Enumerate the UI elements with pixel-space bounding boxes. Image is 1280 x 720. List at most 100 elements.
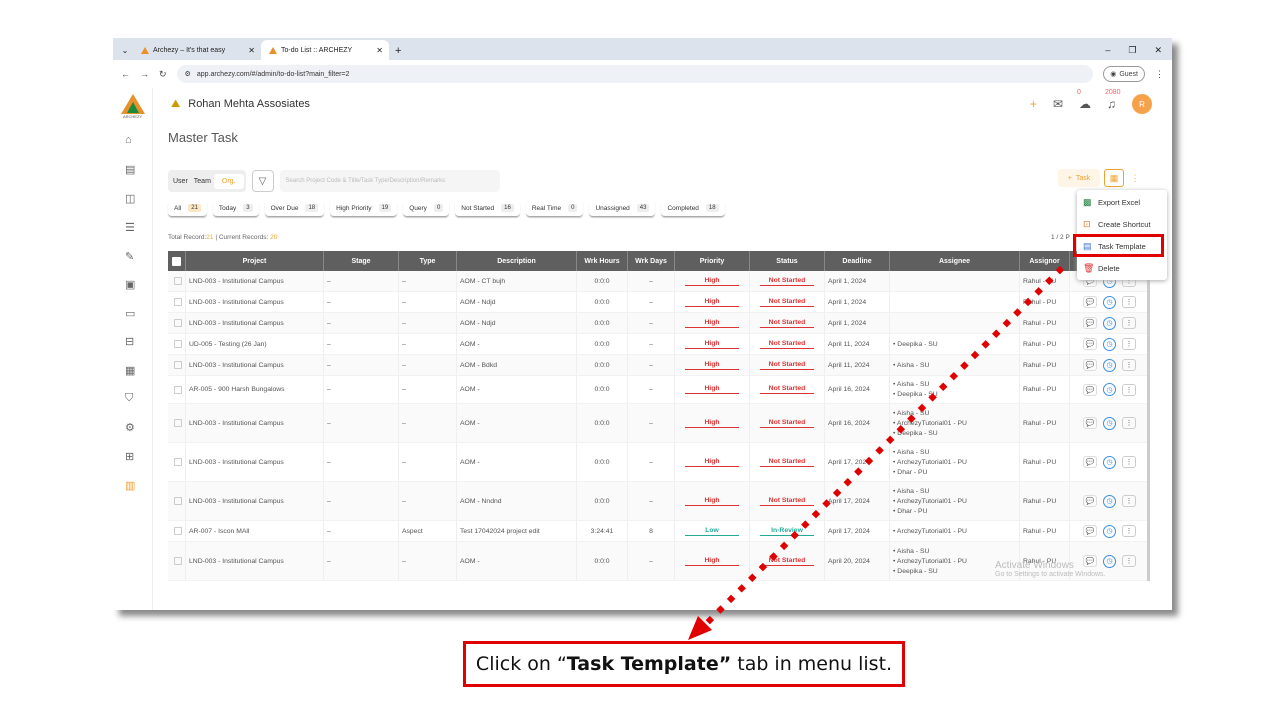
clock-icon[interactable]: ◷ [1103,383,1116,396]
task-check-icon[interactable]: ◫ [125,192,135,205]
filter-icon[interactable]: ▽ [251,170,274,192]
row-more-icon[interactable]: ⋮ [1122,495,1136,507]
clock-icon[interactable]: ◷ [1103,416,1116,430]
pagination[interactable]: 1 / 2 P [1051,234,1070,241]
filter-chip[interactable]: All 21 [168,200,207,217]
row-checkbox[interactable] [168,482,186,520]
briefcase-icon[interactable]: ⊟ [125,335,134,348]
reload-icon[interactable]: ↻ [159,69,167,80]
reports-icon[interactable]: ▥ [125,479,135,492]
menu-item[interactable]: ⊡ Create Shortcut [1077,214,1167,234]
browser-tab-archezy[interactable]: Archezy – It's that easy ✕ [133,40,261,60]
toggle-org[interactable]: Org. [213,173,244,189]
row-checkbox[interactable] [168,313,186,333]
more-menu-icon[interactable]: ⋮ [1128,169,1142,187]
table-row[interactable]: LND-003 - Institutional Campus – – AOM - Nd… [168,292,1150,313]
mail-icon[interactable]: ✉ [1053,97,1063,111]
comment-icon[interactable]: 💬 [1083,456,1097,468]
comment-icon[interactable]: 💬 [1083,317,1097,329]
filter-chip[interactable]: Not Started 16 [455,200,520,217]
row-more-icon[interactable]: ⋮ [1122,456,1136,468]
row-checkbox[interactable] [168,443,186,481]
table-row[interactable]: LND-003 - Institutional Campus – – AOM -0:0… [168,443,1150,482]
row-checkbox[interactable] [168,404,186,442]
site-info-icon[interactable]: ⚙ [185,70,191,78]
address-bar[interactable]: ⚙ app.archezy.com/#/admin/to-do-list?mai… [176,65,1094,83]
clock-icon[interactable]: ◷ [1103,337,1116,351]
chat-icon[interactable]: ☁ 0 [1077,89,1091,111]
shield-icon[interactable]: ⛉ [125,392,133,405]
table-row[interactable]: AR-007 - Iscon MAll – Aspect Test 17042024 … [168,521,1150,542]
row-more-icon[interactable]: ⋮ [1122,296,1136,308]
filter-chip[interactable]: Completed 18 [661,200,725,217]
comment-icon[interactable]: 💬 [1083,417,1097,429]
clock-icon[interactable]: ◷ [1103,455,1116,469]
tab-list-button[interactable]: ⌄ [117,42,133,58]
table-row[interactable]: AR-005 - 900 Harsh Bungalows – – AOM -0:0:0… [168,376,1150,404]
new-tab-icon[interactable]: + [395,45,401,57]
clock-icon[interactable]: ◷ [1103,358,1116,372]
comment-icon[interactable]: 💬 [1083,296,1097,308]
filter-chip[interactable]: Today 3 [212,200,259,217]
close-tab-icon[interactable]: ✕ [248,46,255,55]
table-row[interactable]: LND-003 - Institutional Campus – – AOM - CT… [168,271,1150,292]
document-icon[interactable]: ▣ [125,278,135,291]
row-more-icon[interactable]: ⋮ [1122,525,1136,537]
minimize-icon[interactable]: – [1105,45,1110,56]
folder-icon[interactable]: ▦ [125,364,135,377]
comment-icon[interactable]: 💬 [1083,359,1097,371]
forward-icon[interactable]: → [140,69,149,79]
settings-doc-icon[interactable]: ⚙ [125,421,135,434]
clock-icon[interactable]: ◷ [1103,494,1116,508]
clock-icon[interactable]: ◷ [1103,316,1116,330]
profile-button[interactable]: ◉ Guest [1103,66,1145,82]
list-icon[interactable]: ☰ [125,221,135,234]
filter-chip[interactable]: Real Time 0 [525,200,584,217]
comment-icon[interactable]: 💬 [1083,383,1097,396]
table-row[interactable]: LND-003 - Institutional Campus – – AOM - Nd… [168,313,1150,334]
row-more-icon[interactable]: ⋮ [1122,338,1136,350]
menu-item[interactable]: 🗑 Delete [1077,258,1167,278]
row-checkbox[interactable] [168,542,186,580]
close-tab-icon[interactable]: ✕ [376,46,383,55]
scope-toggle[interactable]: User Team Org. [168,170,246,192]
select-all-checkbox[interactable] [168,251,186,271]
row-more-icon[interactable]: ⋮ [1122,317,1136,329]
comment-icon[interactable]: 💬 [1083,495,1097,507]
browser-menu-icon[interactable]: ⋮ [1155,69,1164,80]
table-view-icon[interactable]: ▦ [1104,169,1124,187]
close-window-icon[interactable]: ✕ [1154,45,1162,56]
clock-icon[interactable]: ◷ [1103,524,1116,538]
row-checkbox[interactable] [168,521,186,541]
table-row[interactable]: LND-003 - Institutional Campus – – AOM - Nn… [168,482,1150,521]
add-task-button[interactable]: + Task [1058,169,1100,187]
add-icon[interactable]: + [1030,97,1037,111]
row-more-icon[interactable]: ⋮ [1122,383,1136,396]
archezy-logo[interactable]: ARCHEZY [120,94,146,120]
home-icon[interactable]: ⌂ [125,134,132,146]
filter-chip[interactable]: Unassigned 43 [589,200,656,217]
browser-tab-todo[interactable]: To-do List :: ARCHEZY ✕ [261,40,389,60]
row-checkbox[interactable] [168,334,186,354]
row-checkbox[interactable] [168,292,186,312]
network-icon[interactable]: ⊞ [125,450,134,463]
avatar[interactable]: R [1132,94,1152,114]
comment-icon[interactable]: 💬 [1083,338,1097,350]
table-row[interactable]: LND-003 - Institutional Campus – – AOM - Bd… [168,355,1150,376]
row-more-icon[interactable]: ⋮ [1122,555,1136,567]
clock-icon[interactable]: ◷ [1103,295,1116,309]
filter-chip[interactable]: High Priority 19 [330,200,398,217]
back-icon[interactable]: ← [121,69,130,79]
restore-icon[interactable]: ❐ [1128,45,1136,56]
toggle-user[interactable]: User [170,178,191,185]
toggle-team[interactable]: Team [191,178,214,185]
table-row[interactable]: UD-005 - Testing (26 Jan) – – AOM -0:0:0– Hi… [168,334,1150,355]
clipboard-icon[interactable]: ▤ [125,163,135,176]
bell-icon[interactable]: ♫ 2080 [1105,89,1121,111]
notes-icon[interactable]: ▭ [125,307,135,320]
row-checkbox[interactable] [168,355,186,375]
edit-icon[interactable]: ✎ [125,250,134,263]
row-checkbox[interactable] [168,376,186,403]
row-checkbox[interactable] [168,271,186,291]
row-more-icon[interactable]: ⋮ [1122,359,1136,371]
